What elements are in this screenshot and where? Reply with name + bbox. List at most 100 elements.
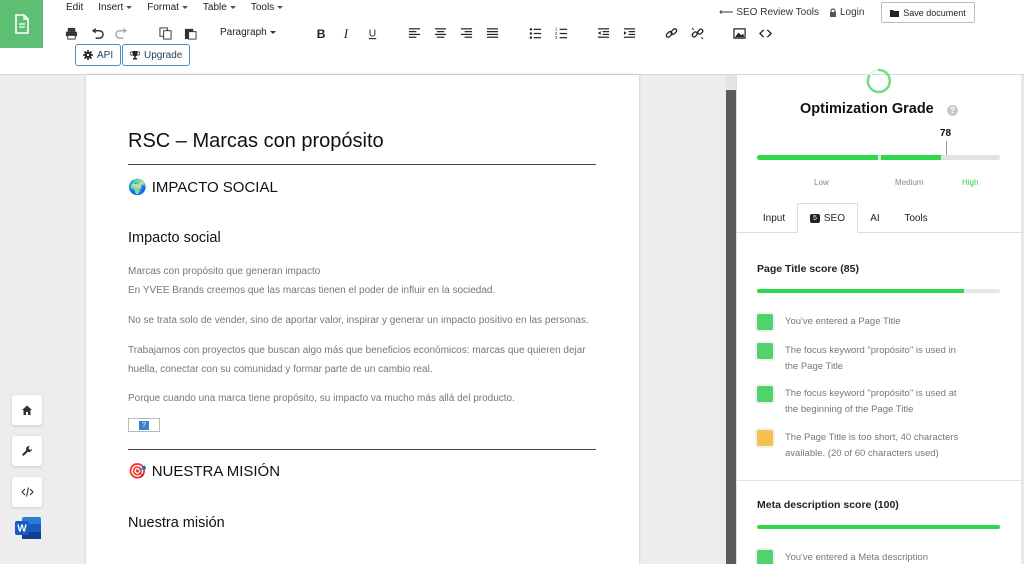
insert-link-button[interactable] — [663, 25, 679, 41]
check-item: You've entered a Page Title — [757, 314, 997, 330]
check-text: The Page Title is too short, 40 characte… — [785, 432, 959, 459]
align-center-button[interactable] — [432, 25, 448, 41]
api-button[interactable]: API — [75, 44, 122, 66]
bullet-list-icon — [529, 27, 541, 39]
menu-format-label: Format — [147, 2, 179, 13]
align-justify-button[interactable] — [484, 25, 500, 41]
embed-code-button[interactable] — [12, 477, 42, 507]
upgrade-button[interactable]: Upgrade — [122, 44, 191, 66]
section-heading-mision[interactable]: 🎯 NUESTRA MISIÓN — [128, 462, 280, 481]
image-icon — [732, 27, 746, 39]
grade-value: 78 — [940, 128, 952, 139]
chevron-down-icon — [277, 5, 284, 9]
bullet-list-button[interactable] — [527, 25, 543, 41]
lock-icon — [830, 7, 836, 17]
insert-image-button[interactable] — [731, 25, 747, 41]
target-icon: 🎯 — [128, 463, 147, 480]
upgrade-button-label: Upgrade — [144, 49, 183, 61]
svg-text:3: 3 — [555, 35, 558, 40]
tab-input[interactable]: Input — [754, 203, 794, 233]
grade-bar-segment — [757, 155, 878, 160]
outdent-button[interactable] — [595, 25, 611, 41]
block-format-value: Paragraph — [220, 27, 267, 38]
undo-button[interactable] — [89, 25, 105, 41]
home-button[interactable] — [12, 395, 42, 425]
tab-tools[interactable]: Tools — [896, 203, 936, 233]
menu-insert[interactable]: Insert — [98, 2, 133, 13]
indent-button[interactable] — [621, 25, 637, 41]
help-icon[interactable]: ? — [947, 105, 958, 116]
paste-button[interactable] — [182, 25, 198, 41]
tab-label: Tools — [904, 212, 928, 224]
underline-button[interactable]: U — [364, 25, 380, 41]
menu-table[interactable]: Table — [203, 2, 236, 13]
italic-button[interactable]: I — [338, 25, 354, 41]
api-button-label: API — [97, 49, 114, 61]
chevron-down-icon — [229, 5, 236, 9]
paragraph-line: No se trata solo de vender, sino de apor… — [128, 315, 589, 326]
menu-tools[interactable]: Tools — [250, 2, 284, 13]
wrench-icon — [22, 446, 32, 456]
tab-badge: 5 — [809, 213, 820, 223]
link-icon — [665, 27, 677, 38]
document-title[interactable]: RSC – Marcas con propósito — [128, 130, 384, 153]
menu-edit[interactable]: Edit — [66, 2, 83, 13]
chevron-down-icon — [269, 30, 276, 34]
check-text: You've entered a Page Title — [785, 316, 901, 327]
copy-button[interactable] — [157, 25, 173, 41]
seo-review-tools-label: SEO Review Tools — [736, 7, 819, 18]
bold-button[interactable]: B — [312, 25, 328, 41]
align-right-button[interactable] — [458, 25, 474, 41]
app-logo[interactable] — [0, 0, 43, 48]
section-heading-impacto[interactable]: 🌍 IMPACTO SOCIAL — [128, 178, 278, 197]
folder-icon — [890, 9, 900, 17]
print-button[interactable] — [63, 25, 79, 41]
align-left-button[interactable] — [406, 25, 422, 41]
page-title-score-bar — [757, 289, 1000, 293]
menu-table-label: Table — [202, 2, 227, 13]
print-icon — [65, 27, 77, 40]
status-good-icon — [757, 386, 773, 402]
menu-format[interactable]: Format — [147, 2, 188, 13]
status-good-icon — [757, 343, 773, 359]
document-icon — [14, 14, 29, 34]
optimization-grade-title: Optimization Grade — [800, 101, 934, 117]
bold-icon: B — [316, 27, 325, 40]
underline-icon: U — [368, 28, 376, 39]
editor-scrollbar-thumb[interactable] — [726, 90, 736, 564]
broken-image-placeholder[interactable]: ? — [128, 418, 160, 432]
redo-icon — [114, 27, 127, 39]
paragraph-line: En YVEE Brands creemos que las marcas ti… — [128, 285, 496, 296]
login-link[interactable]: Login — [829, 7, 864, 18]
subheading-impacto[interactable]: Impacto social — [128, 230, 221, 246]
menu-tools-label: Tools — [250, 2, 275, 13]
paragraph-2[interactable]: No se trata solo de vender, sino de apor… — [128, 311, 598, 330]
tab-label: Input — [762, 212, 786, 224]
source-code-button[interactable] — [757, 25, 773, 41]
numbered-list-button[interactable]: 123 — [553, 25, 569, 41]
check-item: The Page Title is too short, 40 characte… — [757, 430, 997, 462]
grade-bar — [757, 155, 1000, 160]
remove-link-button[interactable] — [689, 25, 705, 41]
home-icon — [22, 405, 32, 415]
paragraph-1[interactable]: Marcas con propósito que generan impacto… — [128, 262, 598, 300]
tools-button[interactable] — [12, 436, 42, 466]
redo-button[interactable] — [113, 25, 129, 41]
paste-icon — [184, 28, 197, 40]
arrow-left-icon: ⟵ — [719, 7, 734, 18]
word-icon: W — [15, 517, 41, 539]
tab-ai[interactable]: AI — [862, 203, 888, 233]
subheading-mision[interactable]: Nuestra misión — [128, 515, 225, 531]
page-title-score-title: Page Title score (85) — [757, 263, 859, 275]
word-export-button[interactable]: W — [14, 516, 42, 540]
save-document-button[interactable]: Save document — [881, 2, 975, 23]
paragraph-3[interactable]: Trabajamos con proyectos que buscan algo… — [128, 341, 598, 379]
tab-label: AI — [870, 212, 880, 224]
align-right-icon — [460, 27, 472, 38]
block-format-select[interactable]: Paragraph — [220, 27, 276, 38]
check-item: The focus keyword "propósito" is used at… — [757, 386, 997, 418]
paragraph-4[interactable]: Porque cuando una marca tiene propósito,… — [128, 389, 598, 408]
tab-seo[interactable]: 5 SEO — [797, 203, 858, 233]
section-divider — [736, 480, 1024, 481]
seo-review-tools-link[interactable]: ⟵ SEO Review Tools — [719, 7, 819, 18]
